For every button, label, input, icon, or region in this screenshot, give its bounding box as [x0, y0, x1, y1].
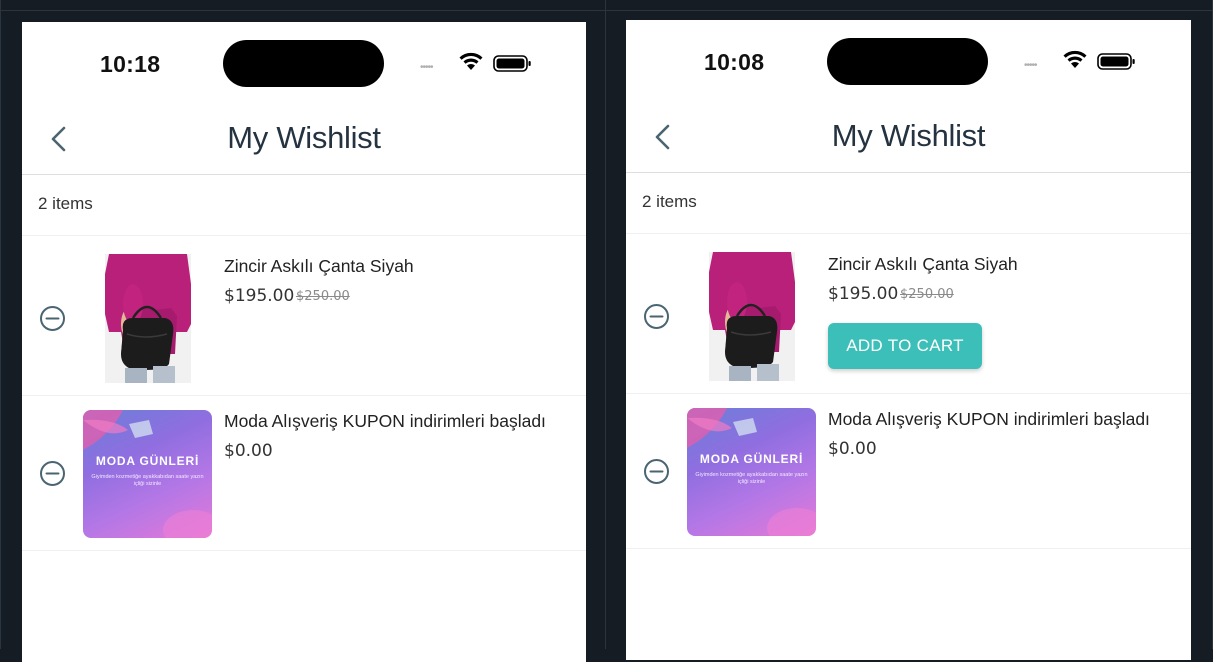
bag-photo-icon — [105, 254, 191, 383]
nav-bar: My Wishlist — [22, 106, 586, 175]
item-count: 2 items — [642, 192, 697, 211]
product-price: $195.00 — [828, 284, 899, 304]
battery-icon — [493, 55, 531, 72]
promo-title: MODA GÜNLERİ — [699, 452, 804, 466]
product-image[interactable] — [105, 254, 191, 383]
battery-icon — [1097, 53, 1135, 70]
wifi-icon — [1063, 50, 1087, 68]
signal-dots-icon: ••••• — [420, 62, 433, 73]
remove-circle-icon[interactable] — [643, 303, 670, 330]
remove-circle-icon[interactable] — [39, 305, 66, 332]
remove-circle-icon[interactable] — [39, 460, 66, 487]
product-price: $195.00 — [224, 286, 295, 306]
list-item: MODA GÜNLERİ Giyimden kozmetiğe ayakkabı… — [22, 395, 586, 551]
product-name[interactable]: Zincir Askılı Çanta Siyah — [224, 256, 414, 277]
list-end-divider — [626, 548, 1191, 550]
product-old-price: $250.00 — [296, 289, 350, 304]
status-time: 10:18 — [100, 51, 161, 77]
phone-screen-2: 10:08 ••••• My Wishlist 2 items Zincir A… — [626, 20, 1191, 660]
list-item: MODA GÜNLERİ Giyimden kozmetiğe ayakkabı… — [626, 393, 1191, 549]
signal-dots-icon: ••••• — [1024, 60, 1037, 71]
list-item: Zincir Askılı Çanta Siyah $195.00 $250.0… — [626, 233, 1191, 394]
list-end-divider — [22, 550, 586, 552]
remove-circle-icon[interactable] — [643, 458, 670, 485]
promo-subtitle: Giyimden kozmetiğe ayakkabıdan saate yaz… — [695, 472, 808, 485]
product-old-price: $250.00 — [900, 287, 954, 302]
product-name[interactable]: Zincir Askılı Çanta Siyah — [828, 254, 1018, 275]
bag-photo-icon — [709, 252, 795, 381]
panel-divider — [605, 0, 606, 649]
item-count: 2 items — [38, 194, 93, 213]
status-time: 10:08 — [704, 49, 765, 75]
dynamic-island — [223, 40, 384, 87]
status-icons: ••••• — [1024, 50, 1140, 72]
promo-image[interactable]: MODA GÜNLERİ Giyimden kozmetiğe ayakkabı… — [83, 410, 212, 538]
product-name[interactable]: Moda Alışveriş KUPON indirimleri başladı — [224, 411, 546, 432]
promo-title: MODA GÜNLERİ — [95, 454, 200, 468]
promo-image[interactable]: MODA GÜNLERİ Giyimden kozmetiğe ayakkabı… — [687, 408, 816, 536]
add-to-cart-button[interactable]: ADD TO CART — [828, 323, 982, 369]
dynamic-island — [827, 38, 988, 85]
page-title: My Wishlist — [227, 120, 381, 155]
nav-bar: My Wishlist — [626, 104, 1191, 173]
list-item: Zincir Askılı Çanta Siyah $195.00 $250.0… — [22, 235, 586, 396]
phone-screen-1: 10:18 ••••• My Wishlist 2 items Zincir A… — [22, 22, 586, 662]
left-edge — [0, 0, 1, 649]
wifi-icon — [459, 52, 483, 70]
status-icons: ••••• — [420, 52, 536, 74]
product-price: $0.00 — [828, 439, 877, 459]
top-border — [0, 10, 1213, 11]
promo-subtitle: Giyimden kozmetiğe ayakkabıdan saate yaz… — [91, 474, 204, 487]
product-image[interactable] — [709, 252, 795, 381]
product-price: $0.00 — [224, 441, 273, 461]
product-name[interactable]: Moda Alışveriş KUPON indirimleri başladı — [828, 409, 1150, 430]
page-title: My Wishlist — [831, 118, 986, 153]
